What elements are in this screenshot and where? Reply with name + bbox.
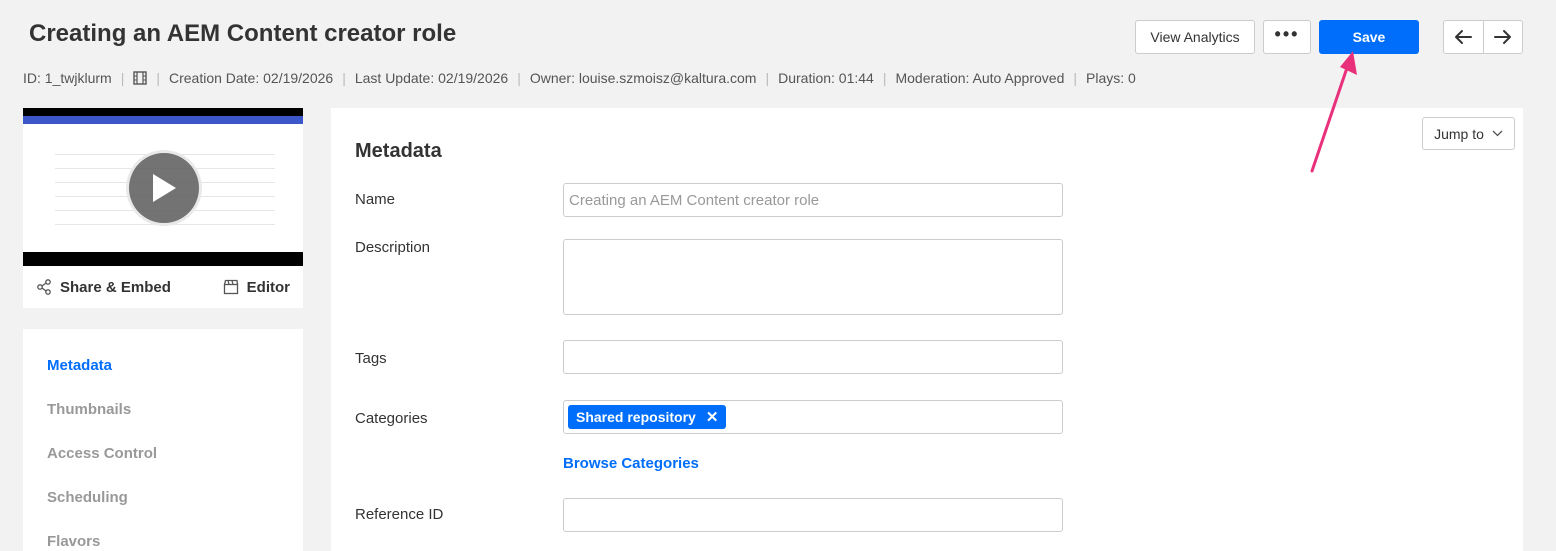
thumbnail-topbar [23, 116, 303, 124]
name-label: Name [355, 191, 396, 208]
tags-input[interactable] [563, 340, 1063, 374]
share-icon [37, 279, 51, 295]
separator: | [120, 70, 125, 86]
play-button[interactable] [126, 150, 202, 226]
preview-actions: Share & Embed Editor [23, 266, 303, 308]
duration: Duration: 01:44 [778, 70, 874, 86]
remove-category-icon[interactable]: ✕ [706, 408, 719, 426]
view-analytics-button[interactable]: View Analytics [1135, 20, 1255, 54]
separator: | [1073, 70, 1078, 86]
editor-label: Editor [246, 278, 290, 296]
entry-navigation [1443, 20, 1523, 54]
category-chip: Shared repository ✕ [568, 405, 727, 429]
next-entry-button[interactable] [1482, 21, 1523, 53]
reference-id-label: Reference ID [355, 506, 444, 523]
description-textarea[interactable] [563, 239, 1063, 315]
separator: | [882, 70, 887, 86]
play-icon [153, 174, 176, 202]
sidebar-item-thumbnails[interactable]: Thumbnails [23, 399, 303, 443]
page-title: Creating an AEM Content creator role [29, 20, 457, 47]
last-update: Last Update: 02/19/2026 [354, 70, 509, 86]
sidebar-item-flavors[interactable]: Flavors [23, 531, 303, 551]
sidebar-item-metadata[interactable]: Metadata [23, 355, 303, 399]
name-input[interactable] [563, 183, 1063, 217]
video-preview[interactable] [23, 108, 303, 266]
plays-count: Plays: 0 [1086, 70, 1136, 86]
creation-date: Creation Date: 02/19/2026 [168, 70, 334, 86]
share-embed-button[interactable]: Share & Embed [36, 279, 171, 296]
separator: | [342, 70, 346, 86]
moderation-status: Moderation: Auto Approved [895, 70, 1065, 86]
category-chip-label: Shared repository [576, 409, 696, 425]
description-label: Description [355, 239, 431, 256]
chevron-down-icon [1492, 130, 1503, 137]
separator: | [156, 70, 160, 86]
reference-id-input[interactable] [563, 498, 1063, 532]
share-embed-label: Share & Embed [60, 278, 171, 296]
separator: | [765, 70, 770, 86]
section-title: Metadata [355, 140, 442, 162]
entry-meta-row: ID: 1_twjklurm | | Creation Date: 02/19/… [23, 70, 1136, 86]
video-type-icon [133, 71, 148, 85]
separator: | [517, 70, 521, 86]
entry-id: ID: 1_twjklurm [23, 70, 112, 86]
previous-entry-button[interactable] [1444, 21, 1483, 53]
sidebar-item-access-control[interactable]: Access Control [23, 443, 303, 487]
categories-label: Categories [355, 410, 428, 427]
editor-button[interactable]: Editor [223, 279, 290, 296]
sidebar-item-scheduling[interactable]: Scheduling [23, 487, 303, 531]
categories-input[interactable]: Shared repository ✕ [563, 400, 1063, 434]
sidebar-nav: Metadata Thumbnails Access Control Sched… [23, 329, 303, 551]
arrow-left-icon [1455, 30, 1473, 44]
tags-label: Tags [355, 350, 387, 367]
arrow-right-icon [1493, 30, 1511, 44]
owner: Owner: louise.szmoisz@kaltura.com [529, 70, 757, 86]
annotation-arrow-icon [1310, 51, 1357, 173]
jump-to-dropdown[interactable]: Jump to [1422, 117, 1515, 150]
clapperboard-icon [223, 279, 238, 295]
jump-to-label: Jump to [1434, 125, 1484, 142]
browse-categories-link[interactable]: Browse Categories [563, 455, 699, 472]
